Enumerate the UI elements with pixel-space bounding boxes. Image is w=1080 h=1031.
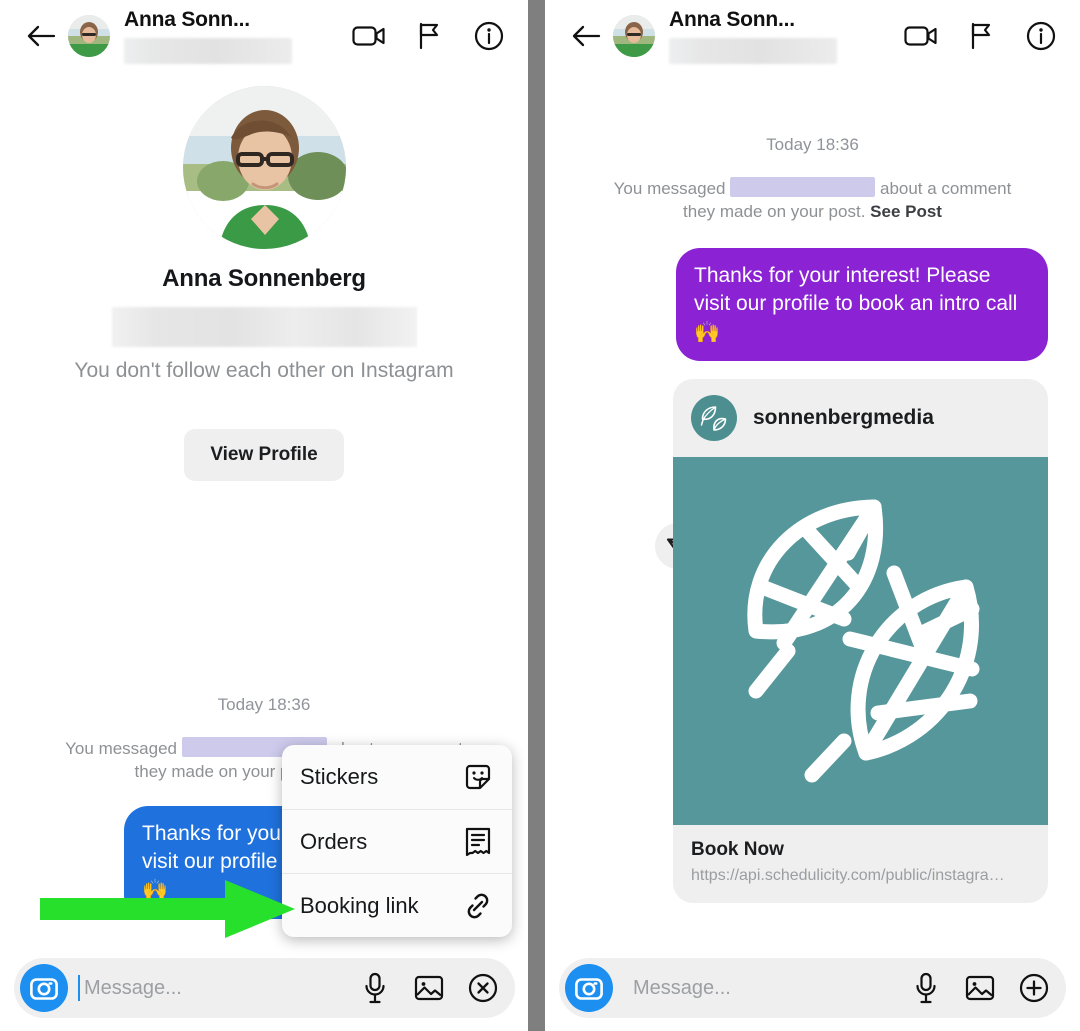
video-call-button[interactable]: [904, 19, 938, 53]
back-button[interactable]: [559, 24, 613, 48]
video-call-icon: [904, 26, 937, 46]
left-chat-header: Anna Sonn...: [0, 0, 528, 72]
report-button[interactable]: [964, 19, 998, 53]
camera-button[interactable]: [565, 964, 613, 1012]
dual-screenshot-comparison: Anna Sonn... Anna Sonnenberg You don't f…: [0, 0, 1080, 1031]
profile-photo-image: [182, 86, 346, 249]
message-input[interactable]: [84, 976, 349, 1000]
avatar[interactable]: [613, 15, 655, 57]
header-name-block: Anna Sonn...: [669, 7, 904, 65]
right-message-thread: Today 18:36 You messaged about a comment…: [545, 135, 1080, 903]
microphone-icon: [916, 972, 936, 1004]
arrow-left-icon: [572, 25, 601, 47]
close-menu-button[interactable]: [467, 972, 499, 1004]
report-button[interactable]: [412, 19, 446, 53]
arrow-right-icon: [40, 880, 295, 938]
card-header: sonnenbergmedia: [673, 379, 1048, 457]
menu-item-label: Stickers: [300, 764, 379, 789]
close-circle-icon: [468, 973, 498, 1003]
right-chat-header: Anna Sonn...: [545, 0, 1080, 72]
day-timestamp: Today 18:36: [766, 135, 859, 154]
gallery-icon: [965, 975, 995, 1001]
redacted-username: [124, 38, 292, 65]
leaf-logo-icon: [691, 394, 737, 441]
header-actions: [352, 19, 514, 53]
gallery-button[interactable]: [964, 972, 996, 1004]
link-preview-row: sonnenbergmedia Book Now https://api.sch…: [561, 378, 1064, 903]
open-menu-button[interactable]: [1018, 972, 1050, 1004]
right-phone-screen: Anna Sonn... Today 18:36 You messaged ab…: [545, 0, 1080, 1031]
card-footer: Book Now https://api.schedulicity.com/pu…: [673, 825, 1048, 903]
flag-icon: [971, 22, 991, 50]
profile-block: Anna Sonnenberg You don't follow each ot…: [0, 72, 528, 481]
arrow-left-icon: [27, 25, 56, 47]
message-input-container[interactable]: [14, 958, 515, 1018]
page-title: Anna Sonn...: [669, 7, 795, 31]
avatar-photo: [68, 15, 110, 57]
flag-icon: [419, 22, 439, 50]
leaf-logo-icon: [746, 499, 979, 783]
message-input[interactable]: [633, 976, 900, 1000]
right-composer: [545, 945, 1080, 1031]
voice-message-button[interactable]: [910, 972, 942, 1004]
avatar-photo: [613, 15, 655, 57]
menu-item-label: Booking link: [300, 892, 419, 918]
profile-display-name: Anna Sonnenberg: [162, 265, 366, 292]
gallery-icon: [414, 975, 444, 1001]
text-cursor: [78, 975, 80, 1001]
menu-item-booking-link[interactable]: Booking link: [282, 873, 512, 937]
microphone-icon: [365, 972, 385, 1004]
video-call-icon: [352, 26, 385, 46]
header-actions: [904, 19, 1066, 53]
system-message: You messaged about a comment they made o…: [598, 177, 1028, 224]
header-name-block: Anna Sonn...: [124, 7, 352, 65]
card-title: Book Now: [691, 838, 784, 860]
back-button[interactable]: [14, 24, 68, 48]
outgoing-message-bubble[interactable]: Thanks for your interest! Please visit o…: [676, 247, 1048, 361]
composer-actions: [359, 972, 499, 1004]
video-call-button[interactable]: [352, 19, 386, 53]
view-profile-button[interactable]: View Profile: [184, 429, 344, 481]
panel-divider: [528, 0, 545, 1031]
menu-item-label: Orders: [300, 828, 368, 854]
redacted-username: [669, 38, 837, 65]
card-url: https://api.schedulicity.com/public/inst…: [691, 866, 1005, 884]
menu-item-orders[interactable]: Orders: [282, 809, 512, 873]
camera-button[interactable]: [20, 964, 68, 1012]
info-button[interactable]: [472, 19, 506, 53]
page-title: Anna Sonn...: [124, 7, 250, 31]
info-button[interactable]: [1024, 19, 1058, 53]
redacted-profile-handle: [111, 307, 417, 347]
card-account-handle: sonnenbergmedia: [753, 405, 934, 429]
card-image: [673, 456, 1048, 825]
system-message-prefix: You messaged: [65, 739, 178, 758]
left-composer: [0, 945, 528, 1031]
info-icon: [474, 21, 504, 51]
see-post-link[interactable]: See Post: [870, 202, 942, 221]
info-icon: [1026, 21, 1056, 51]
follow-status-text: You don't follow each other on Instagram: [74, 359, 454, 382]
message-input-container[interactable]: [559, 958, 1066, 1018]
redacted-recipient: [730, 177, 876, 197]
camera-icon: [30, 978, 58, 1000]
profile-photo[interactable]: [182, 86, 346, 249]
receipt-icon: [462, 826, 494, 858]
voice-message-button[interactable]: [359, 972, 391, 1004]
composer-actions: [910, 972, 1050, 1004]
avatar[interactable]: [68, 15, 110, 57]
link-icon: [462, 890, 494, 922]
plus-circle-icon: [1019, 973, 1049, 1003]
menu-item-stickers[interactable]: Stickers: [282, 745, 512, 809]
day-timestamp: Today 18:36: [217, 695, 311, 714]
gallery-button[interactable]: [413, 972, 445, 1004]
annotation-arrow: [40, 880, 295, 943]
camera-icon: [575, 978, 603, 1000]
system-message-prefix: You messaged: [613, 179, 726, 198]
sticker-icon: [462, 761, 494, 793]
attachment-menu-popup: Stickers Orders Booking link: [282, 745, 512, 937]
booking-link-card[interactable]: sonnenbergmedia Book Now https://api.sch…: [673, 378, 1048, 903]
left-phone-screen: Anna Sonn... Anna Sonnenberg You don't f…: [0, 0, 528, 1031]
